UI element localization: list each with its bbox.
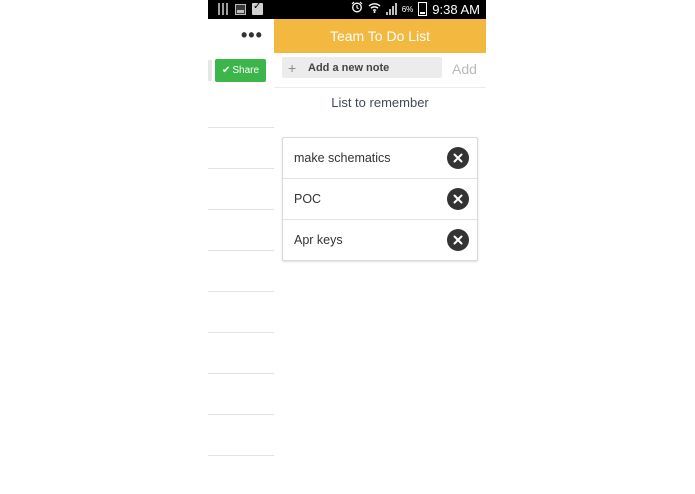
gallery-icon [235, 3, 246, 15]
delete-icon[interactable] [447, 229, 469, 251]
battery-percent: 6% [401, 4, 414, 14]
list-item-text: POC [294, 192, 322, 206]
page-title: Team To Do List [329, 28, 431, 44]
list-item-text: make schematics [294, 151, 391, 165]
drawer-divider [208, 127, 274, 128]
list-item[interactable]: POC [283, 179, 477, 220]
battery-icon [418, 2, 428, 16]
phone-screen: 6% 9:38 AM ••• ✔ Share Team To Do List + [208, 0, 486, 494]
list-item[interactable]: make schematics [283, 138, 477, 179]
add-note-box: + [282, 57, 442, 78]
list-title: List to remember [331, 95, 429, 110]
drawer-input-edge [208, 60, 212, 81]
drawer-divider [208, 373, 274, 374]
todo-list: make schematics POC Apr keys [282, 137, 478, 261]
drawer-divider [208, 291, 274, 292]
bag-check-icon [252, 1, 263, 15]
clock: 9:38 AM [432, 1, 480, 17]
drawer-divider [208, 414, 274, 415]
status-bar: 6% 9:38 AM [208, 0, 486, 19]
list-item-text: Apr keys [294, 233, 343, 247]
wifi-icon [368, 2, 381, 16]
check-icon: ✔ [221, 65, 231, 76]
drawer-divider [208, 168, 274, 169]
list-item[interactable]: Apr keys [283, 220, 477, 260]
add-button[interactable]: Add [452, 61, 477, 77]
more-menu-icon[interactable]: ••• [241, 26, 263, 44]
add-note-input[interactable] [308, 61, 438, 74]
plus-icon: + [288, 59, 297, 76]
delete-icon[interactable] [447, 147, 469, 169]
app-header: Team To Do List [274, 19, 486, 53]
drawer-divider [208, 332, 274, 333]
main-panel: Team To Do List + Add List to remember m… [274, 19, 486, 494]
delete-icon[interactable] [447, 188, 469, 210]
add-note-row: + Add [274, 53, 486, 88]
alarm-icon [351, 1, 363, 17]
share-label: Share [232, 65, 260, 76]
notes-icon [218, 3, 229, 15]
drawer-divider [208, 250, 274, 251]
signal-icon [385, 3, 397, 15]
side-drawer: ••• ✔ Share [208, 19, 275, 494]
share-button[interactable]: ✔ Share [215, 59, 266, 82]
drawer-divider [208, 455, 274, 456]
drawer-divider [208, 209, 274, 210]
